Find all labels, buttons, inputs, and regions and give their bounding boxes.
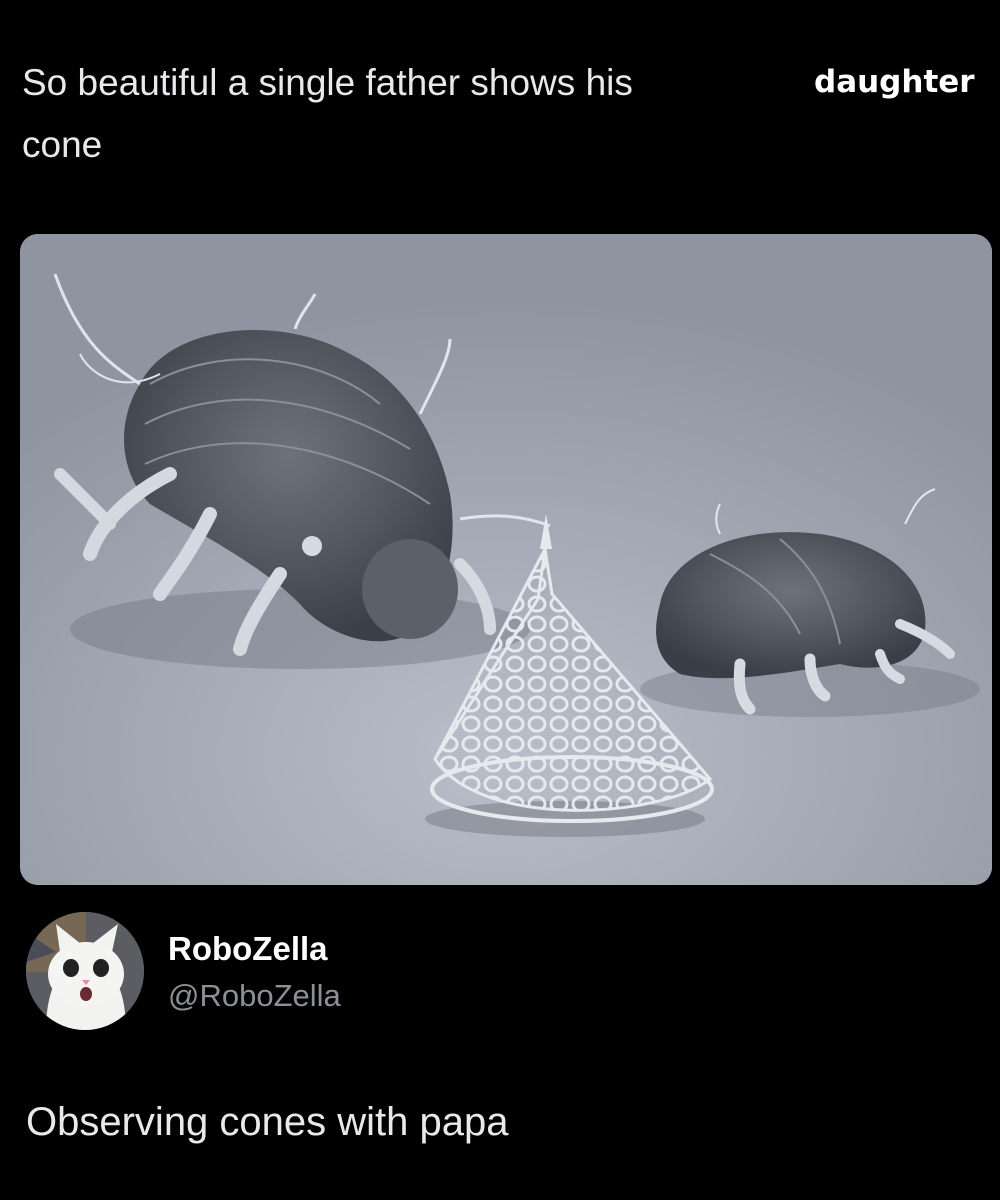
display-name[interactable]: RoboZella	[168, 930, 328, 968]
cat-avatar-icon	[26, 912, 144, 1030]
caption-overlay-word: daughter	[796, 56, 992, 108]
tweet-author[interactable]: RoboZella @RoboZella	[26, 912, 726, 1032]
tweet-text: Observing cones with papa	[26, 1100, 509, 1144]
caption-line-2: cone	[22, 124, 103, 165]
user-handle[interactable]: @RoboZella	[168, 978, 341, 1014]
avatar[interactable]	[26, 912, 144, 1030]
tweet-media-image[interactable]	[20, 234, 992, 885]
tardigrade-with-radiolarian-cone-icon	[20, 234, 992, 885]
